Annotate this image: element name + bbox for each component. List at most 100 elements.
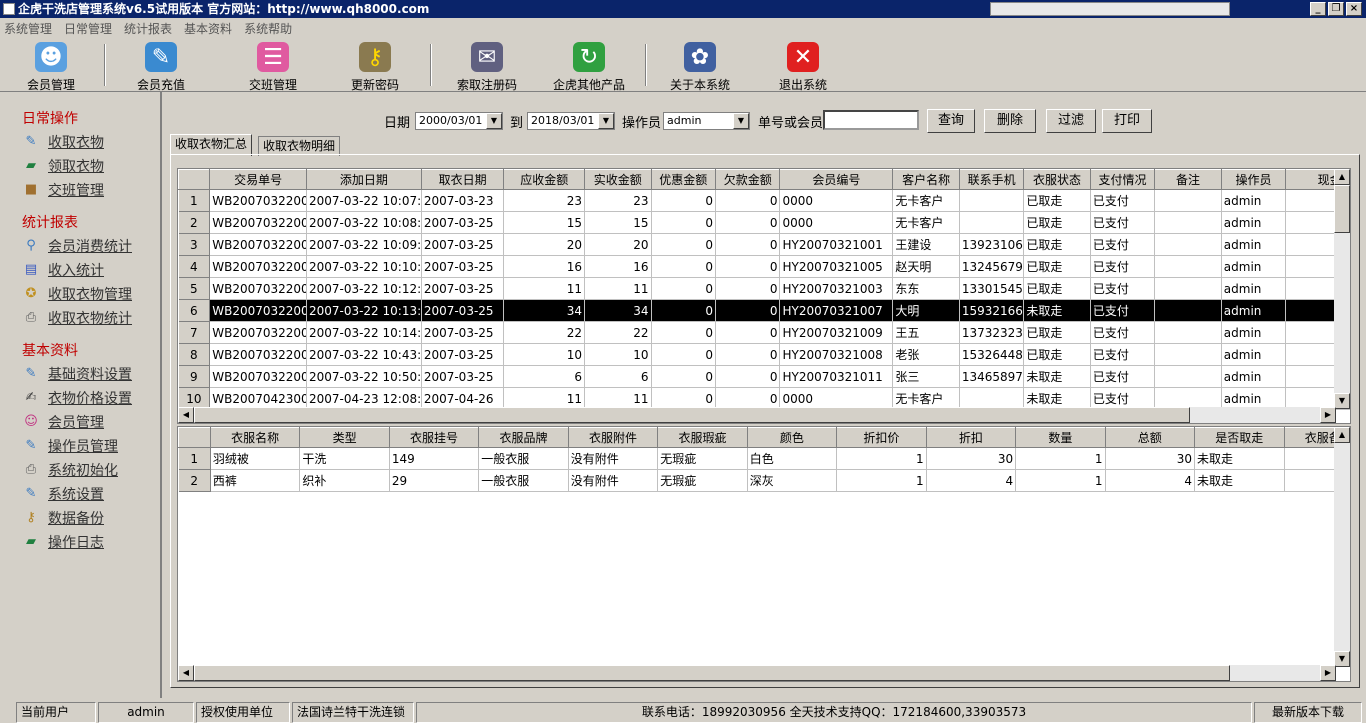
table-cell[interactable]: 1324567953 — [959, 255, 1025, 278]
column-header[interactable]: 衣服品牌 — [478, 427, 569, 448]
sidebar-item-member-stats[interactable]: ⚲ 会员消费统计 — [22, 236, 132, 256]
table-cell[interactable]: 23 — [503, 189, 586, 212]
table-cell[interactable]: 已取走 — [1023, 321, 1091, 344]
table-cell[interactable]: 0 — [651, 299, 717, 322]
table-cell[interactable]: 2007-03-22 10:12:51 — [306, 277, 422, 300]
column-header[interactable]: 操作员 — [1220, 169, 1287, 190]
table-cell[interactable]: 没有附件 — [568, 469, 659, 492]
summary-hscroll[interactable]: ◀ ▶ — [178, 407, 1336, 423]
table-cell[interactable]: 0 — [715, 343, 781, 366]
table-cell[interactable]: 22 — [503, 321, 586, 344]
column-header[interactable]: 是否取走 — [1194, 427, 1285, 448]
table-cell[interactable] — [959, 211, 1025, 234]
table-cell[interactable] — [959, 189, 1025, 212]
table-cell[interactable]: 1346589761 — [959, 365, 1025, 388]
table-cell[interactable]: 已取走 — [1023, 277, 1091, 300]
table-cell[interactable]: 2007-03-22 10:07:28 — [306, 189, 422, 212]
table-cell[interactable]: HY20070321011 — [779, 365, 894, 388]
table-cell[interactable]: 0000 — [779, 211, 894, 234]
table-row[interactable]: 8WB200703220082007-03-22 10:43:392007-03… — [178, 343, 1350, 366]
latest-version-link[interactable]: 最新版本下载 — [1254, 702, 1362, 723]
table-cell[interactable]: 6 — [503, 365, 586, 388]
order-search-input[interactable] — [823, 110, 919, 130]
scroll-up-icon[interactable]: ▲ — [1334, 169, 1350, 185]
table-cell[interactable]: 无瑕疵 — [657, 469, 748, 492]
table-cell[interactable]: 1 — [1015, 469, 1106, 492]
scroll-down-icon[interactable]: ▼ — [1334, 393, 1350, 409]
table-cell[interactable]: 0 — [651, 189, 717, 212]
sidebar-item-init[interactable]: ⎙ 系统初始化 — [22, 460, 118, 480]
table-cell[interactable]: 10 — [584, 343, 652, 366]
table-cell[interactable]: 0 — [651, 233, 717, 256]
column-header[interactable]: 衣服名称 — [209, 427, 301, 448]
table-cell[interactable]: 15 — [584, 211, 652, 234]
column-header[interactable]: 应收金额 — [503, 169, 586, 190]
table-cell[interactable]: WB20070322007 — [209, 321, 307, 344]
table-cell[interactable] — [1154, 233, 1222, 256]
row-header[interactable]: 6 — [178, 299, 211, 322]
table-cell[interactable]: 无瑕疵 — [657, 447, 748, 470]
tab-summary[interactable]: 收取衣物汇总 — [170, 134, 253, 156]
column-header[interactable]: 颜色 — [746, 427, 838, 448]
table-row[interactable]: 9WB200703220092007-03-22 10:50:012007-03… — [178, 365, 1350, 388]
row-header[interactable]: 8 — [178, 343, 211, 366]
table-cell[interactable]: 已取走 — [1023, 233, 1091, 256]
table-cell[interactable]: 0 — [715, 299, 781, 322]
table-cell[interactable]: WB20070322003 — [209, 233, 307, 256]
table-cell[interactable]: WB20070322005 — [209, 277, 307, 300]
table-cell[interactable]: 0 — [651, 343, 717, 366]
table-cell[interactable]: 2007-03-22 10:09:28 — [306, 233, 422, 256]
column-header[interactable]: 会员编号 — [779, 169, 894, 190]
menu-daily[interactable]: 日常管理 — [64, 20, 112, 37]
table-cell[interactable]: 2007-03-25 — [421, 277, 505, 300]
operator-select[interactable]: admin ▼ — [663, 112, 750, 130]
detail-hscroll[interactable]: ◀ ▶ — [178, 665, 1336, 681]
toolbar-products-button[interactable]: ↻ 企虎其他产品 — [544, 42, 634, 93]
table-cell[interactable]: 0 — [715, 277, 781, 300]
column-header[interactable]: 衣服附件 — [567, 427, 659, 448]
table-cell[interactable]: 一般衣服 — [478, 469, 569, 492]
sidebar-item-member-manage[interactable]: ☺ 会员管理 — [22, 412, 104, 432]
table-cell[interactable]: 王建设 — [892, 233, 960, 256]
table-cell[interactable]: 2007-03-25 — [421, 299, 505, 322]
date-to-picker[interactable]: 2018/03/01 ▼ — [527, 112, 615, 130]
table-cell[interactable]: HY20070321007 — [779, 299, 894, 322]
table-cell[interactable]: 2007-03-25 — [421, 255, 505, 278]
table-cell[interactable]: 1330154545 — [959, 277, 1025, 300]
summary-vscroll[interactable]: ▲ ▼ — [1334, 169, 1350, 409]
table-cell[interactable]: 20 — [503, 233, 586, 256]
table-cell[interactable]: admin — [1221, 189, 1287, 212]
column-header[interactable]: 优惠金额 — [650, 169, 717, 190]
row-header[interactable]: 5 — [178, 277, 211, 300]
table-cell[interactable]: 已支付 — [1090, 233, 1156, 256]
sidebar-item-receive-stats[interactable]: ⎙ 收取衣物统计 — [22, 308, 132, 328]
scroll-down-icon[interactable]: ▼ — [1334, 651, 1350, 667]
scroll-thumb[interactable] — [1334, 185, 1350, 233]
table-cell[interactable]: 4 — [926, 469, 1017, 492]
detail-vscroll[interactable]: ▲ ▼ — [1334, 427, 1350, 667]
column-header[interactable]: 衣服瑕疵 — [657, 427, 748, 448]
table-cell[interactable]: WB20070322009 — [209, 365, 307, 388]
table-cell[interactable]: HY20070321009 — [779, 321, 894, 344]
column-header[interactable]: 交易单号 — [209, 169, 307, 190]
delete-button[interactable]: 删除 — [984, 109, 1036, 133]
table-cell[interactable]: 0 — [651, 211, 717, 234]
table-cell[interactable]: admin — [1221, 365, 1287, 388]
table-cell[interactable]: 10 — [503, 343, 586, 366]
table-row[interactable]: 1 羽绒被 干洗 149 一般衣服 没有附件 无瑕疵 白色 1 30 1 30 未取走 — [178, 447, 1350, 470]
sidebar-item-price-settings[interactable]: ✍ 衣物价格设置 — [22, 388, 132, 408]
table-cell[interactable]: 未取走 — [1023, 365, 1091, 388]
table-cell[interactable]: WB20070322008 — [209, 343, 307, 366]
table-cell[interactable]: 0000 — [779, 189, 894, 212]
toolbar-exit-button[interactable]: ✕ 退出系统 — [758, 42, 848, 93]
table-cell[interactable]: 未取走 — [1194, 447, 1285, 470]
table-cell[interactable]: 无卡客户 — [892, 189, 960, 212]
detail-grid[interactable]: 衣服名称 类型 衣服挂号 衣服品牌 衣服附件 衣服瑕疵 颜色 折扣价 折扣 数量… — [177, 426, 1351, 682]
table-cell[interactable]: admin — [1221, 211, 1287, 234]
table-cell[interactable]: 已支付 — [1090, 299, 1156, 322]
table-cell[interactable]: HY20070321008 — [779, 343, 894, 366]
row-header[interactable]: 7 — [178, 321, 211, 344]
table-cell[interactable]: 2007-03-22 10:08:44 — [306, 211, 422, 234]
table-cell[interactable]: 11 — [503, 277, 586, 300]
table-cell[interactable]: 2007-03-25 — [421, 321, 505, 344]
